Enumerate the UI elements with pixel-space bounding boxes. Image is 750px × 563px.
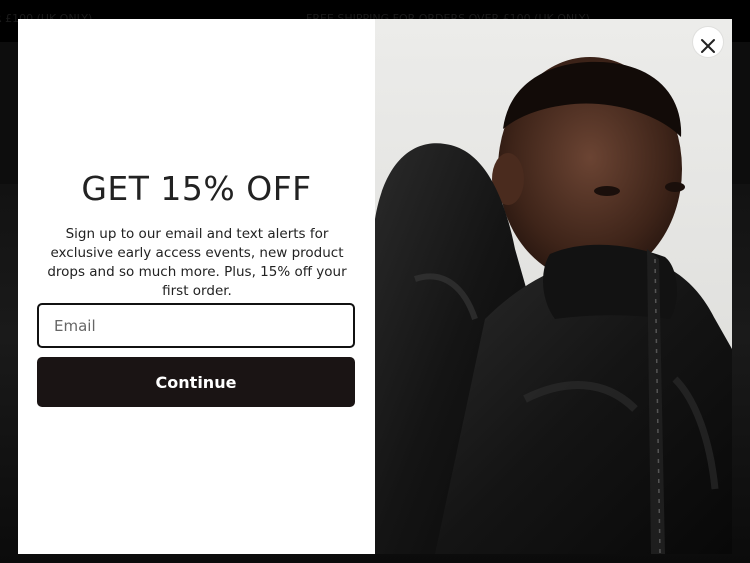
popup-headline: GET 15% OFF — [81, 169, 312, 208]
signup-popup: GET 15% OFF Sign up to our email and tex… — [18, 19, 732, 554]
close-button[interactable] — [693, 27, 723, 57]
popup-image — [375, 19, 732, 554]
close-icon — [701, 38, 715, 53]
continue-button[interactable]: Continue — [37, 357, 355, 407]
popup-description: Sign up to our email and text alerts for… — [47, 226, 347, 299]
popup-form-panel: GET 15% OFF Sign up to our email and tex… — [18, 19, 375, 554]
model-photo-icon — [375, 19, 732, 554]
page: R £100 (UK ONLY) FREE SHIPPING FOR ORDER… — [0, 0, 750, 563]
email-field[interactable] — [37, 303, 355, 348]
